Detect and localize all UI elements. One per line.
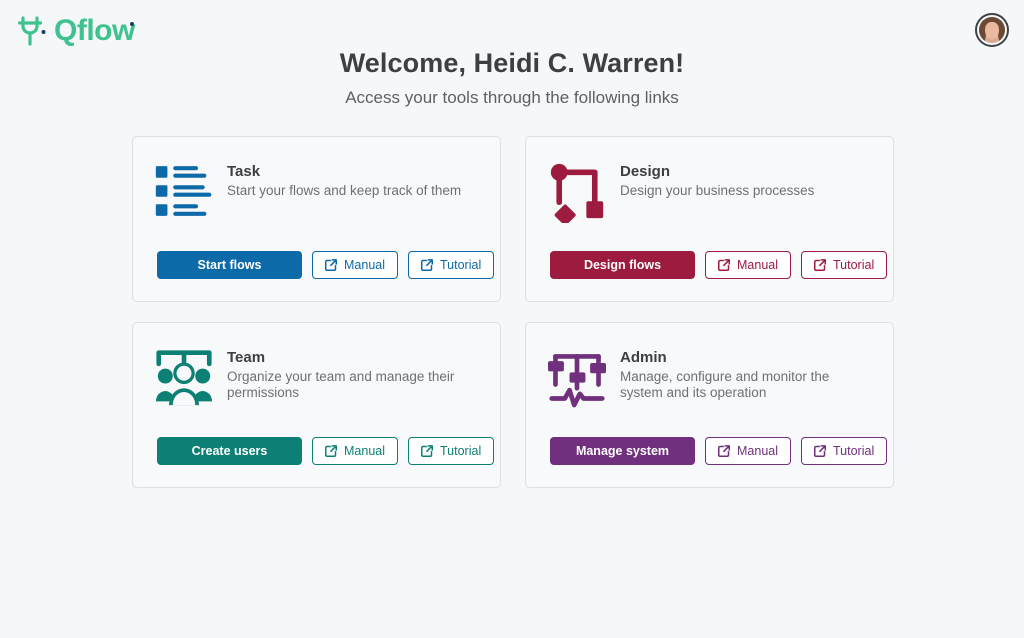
card-description-admin: Manage, configure and monitor the system…	[620, 369, 830, 400]
tutorial-button-label-task: Tutorial	[440, 257, 482, 272]
tool-card-team: Team Organize your team and manage their…	[132, 322, 501, 488]
primary-button-design[interactable]: Design flows	[550, 251, 695, 279]
card-header-design: Design Design your business processes	[548, 157, 871, 235]
card-title-task: Task	[227, 163, 261, 180]
avatar-hair-right	[998, 17, 1005, 43]
card-actions-design: Design flows Manual Tutorial	[550, 251, 888, 279]
task-list-icon	[155, 157, 213, 221]
tutorial-button-label-design: Tutorial	[833, 257, 875, 272]
manual-button-label-design: Manual	[737, 257, 778, 272]
admin-sliders-icon	[548, 343, 606, 408]
manual-button-design[interactable]: Manual	[705, 251, 791, 279]
manual-button-label-task: Manual	[344, 257, 385, 272]
tool-card-task: Task Start your flows and keep track of …	[132, 136, 501, 302]
card-header-task: Task Start your flows and keep track of …	[155, 157, 478, 235]
card-description-design: Design your business processes	[620, 183, 815, 198]
design-flowchart-icon	[548, 157, 606, 223]
card-title-admin: Admin	[620, 349, 667, 366]
card-actions-admin: Manage system Manual Tutorial	[550, 437, 888, 465]
tutorial-button-team[interactable]: Tutorial	[408, 437, 495, 465]
manual-button-label-team: Manual	[344, 443, 385, 458]
page-title: Welcome, Heidi C. Warren!	[339, 48, 685, 78]
manual-button-admin[interactable]: Manual	[705, 437, 791, 465]
card-description-team: Organize your team and manage their perm…	[227, 369, 455, 400]
card-text-admin: Admin Manage, configure and monitor the …	[620, 343, 871, 401]
external-link-icon	[325, 445, 337, 457]
external-link-icon	[421, 259, 433, 271]
card-header-team: Team Organize your team and manage their…	[155, 343, 478, 421]
manual-button-task[interactable]: Manual	[312, 251, 398, 279]
card-title-design: Design	[620, 163, 671, 180]
tool-card-admin: Admin Manage, configure and monitor the …	[525, 322, 894, 488]
card-title-team: Team	[227, 349, 266, 366]
external-link-icon	[325, 259, 337, 271]
tutorial-button-design[interactable]: Tutorial	[801, 251, 888, 279]
tutorial-button-admin[interactable]: Tutorial	[801, 437, 888, 465]
qflow-mark-icon	[18, 16, 46, 46]
tutorial-button-task[interactable]: Tutorial	[408, 251, 495, 279]
page-subtitle: Access your tools through the following …	[345, 88, 679, 107]
tutorial-button-label-team: Tutorial	[440, 443, 482, 458]
brand-logo[interactable]: Qflow	[18, 14, 135, 48]
primary-button-team[interactable]: Create users	[157, 437, 302, 465]
brand-logo-dot	[129, 22, 134, 26]
card-description-task: Start your flows and keep track of them	[227, 183, 462, 198]
external-link-icon	[718, 445, 730, 457]
card-actions-task: Start flows Manual Tutorial	[157, 251, 495, 279]
manual-button-team[interactable]: Manual	[312, 437, 398, 465]
external-link-icon	[814, 445, 826, 457]
card-text-design: Design Design your business processes	[620, 157, 871, 199]
card-text-team: Team Organize your team and manage their…	[227, 343, 478, 401]
primary-button-task[interactable]: Start flows	[157, 251, 302, 279]
avatar-face	[985, 22, 999, 39]
card-actions-team: Create users Manual Tutorial	[157, 437, 495, 465]
brand-logo-text: Qflow	[54, 14, 135, 47]
user-avatar[interactable]	[975, 13, 1009, 47]
team-people-icon	[155, 343, 213, 407]
external-link-icon	[814, 259, 826, 271]
tool-card-grid: Task Start your flows and keep track of …	[132, 136, 894, 488]
tutorial-button-label-admin: Tutorial	[833, 443, 875, 458]
primary-button-admin[interactable]: Manage system	[550, 437, 695, 465]
tool-card-design: Design Design your business processes De…	[525, 136, 894, 302]
external-link-icon	[421, 445, 433, 457]
card-header-admin: Admin Manage, configure and monitor the …	[548, 343, 871, 421]
page-header: Welcome, Heidi C. Warren! Access your to…	[0, 48, 1024, 108]
avatar-image	[979, 17, 1005, 43]
manual-button-label-admin: Manual	[737, 443, 778, 458]
card-text-task: Task Start your flows and keep track of …	[227, 157, 478, 199]
external-link-icon	[718, 259, 730, 271]
